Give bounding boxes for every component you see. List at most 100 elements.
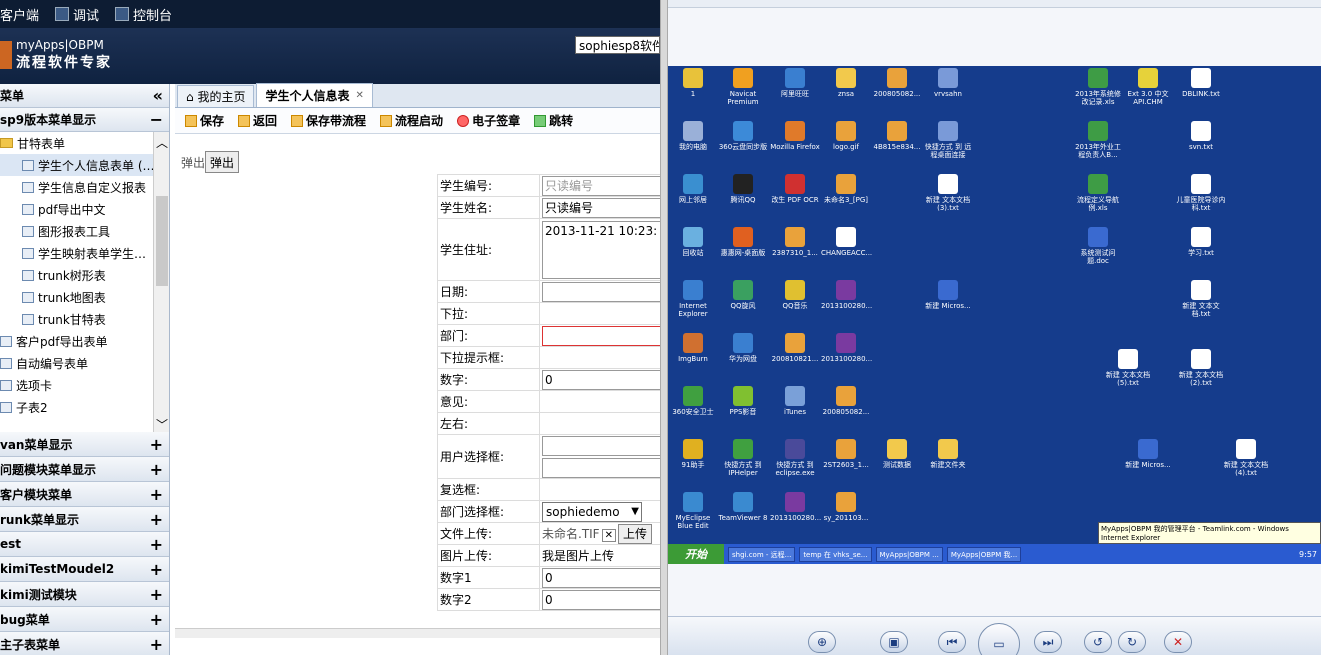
tree-item[interactable]: 客户pdf导出表单	[0, 330, 169, 352]
desktop-icon[interactable]: 新建 文本文档 (5).txt	[1103, 348, 1153, 387]
desktop-icon[interactable]: 快捷方式 到 远程桌面连接	[923, 121, 973, 159]
tree-scrollbar[interactable]: ︿ ﹀	[153, 132, 169, 432]
desktop-icon[interactable]: 儿童医院导诊内科.txt	[1176, 174, 1226, 212]
desktop-icon[interactable]: 2013100280...	[770, 492, 821, 522]
desktop-icon[interactable]: MyEclipse Blue Edit	[668, 492, 718, 530]
desktop-icon[interactable]: 网上邻居	[668, 174, 718, 204]
rotate-right-icon[interactable]: ↻	[1118, 631, 1146, 653]
sidebar-group[interactable]: 客户模块菜单 +	[0, 482, 169, 507]
desktop-icon[interactable]: vrvsahn	[923, 68, 973, 98]
desktop-icon[interactable]: 新建 文本文档 (2).txt	[1176, 348, 1226, 387]
sidebar-group[interactable]: bug菜单 +	[0, 607, 169, 632]
tab-home[interactable]: ⌂ 我的主页	[177, 85, 255, 107]
fit-icon[interactable]: ▣	[880, 631, 908, 653]
previous-icon[interactable]: ⏮	[938, 631, 966, 653]
plus-icon[interactable]: +	[150, 585, 163, 604]
number-field[interactable]: 0	[542, 369, 660, 390]
desktop-icon[interactable]: ImgBurn	[668, 333, 718, 363]
tree-item[interactable]: 学生信息自定义报表	[0, 176, 169, 198]
desktop-icon[interactable]: 2013100280...	[821, 333, 872, 363]
desktop-icon[interactable]: 流程定义导航例.xls	[1073, 174, 1123, 212]
desktop-icon[interactable]: 2013100280...	[821, 280, 872, 310]
sidebar-group[interactable]: 主子表菜单 +	[0, 632, 169, 655]
opinion-field[interactable]	[539, 390, 660, 413]
desktop-icon[interactable]: iTunes	[770, 386, 820, 416]
tab-student-info[interactable]: 学生个人信息表 ✕	[256, 83, 373, 107]
desktop-icon[interactable]: Mozilla Firefox	[770, 121, 820, 151]
desktop-icon[interactable]: 学习.txt	[1176, 227, 1226, 257]
desktop-icon[interactable]: 2ST2603_1...	[821, 439, 871, 469]
desktop-icon[interactable]: 新建 文本文档.txt	[1176, 280, 1226, 318]
taskbar-item[interactable]: MyApps|OBPM ...	[875, 546, 943, 562]
dept-select-dropdown[interactable]: sophiedemo	[542, 501, 642, 522]
desktop-icon[interactable]: 新建文件夹	[923, 439, 973, 469]
next-icon[interactable]: ⏭	[1034, 631, 1062, 653]
e-signature-button[interactable]: 电子签章	[457, 112, 520, 129]
desktop-icon[interactable]: 阿里旺旺	[770, 68, 820, 98]
desktop-icon[interactable]: 1	[668, 68, 718, 98]
jump-button[interactable]: 跳转	[534, 112, 573, 129]
desktop-icon[interactable]: 回收站	[668, 227, 718, 257]
zoom-icon[interactable]: ⊕	[808, 631, 836, 653]
desktop-icon[interactable]: TeamViewer 8	[718, 492, 768, 522]
desktop-icon[interactable]: QQ旋风	[718, 280, 768, 310]
student-name-field[interactable]: 只读编号	[542, 197, 660, 218]
desktop-icon[interactable]: 改生 PDF OCR	[770, 174, 820, 204]
user-select-field-1[interactable]	[542, 435, 660, 456]
tree-item[interactable]: trunk地图表	[0, 286, 169, 308]
desktop-icon[interactable]: 2387310_1...	[770, 227, 820, 257]
scroll-up-icon[interactable]: ︿	[156, 134, 168, 151]
desktop-icon[interactable]: 系统测试问题.doc	[1073, 227, 1123, 265]
desktop-icon[interactable]: 91助手	[668, 439, 718, 469]
desktop-icon[interactable]: 新建 文本文档 (4).txt	[1221, 439, 1271, 477]
start-flow-button[interactable]: 流程启动	[380, 112, 443, 129]
desktop-icon[interactable]: Internet Explorer	[668, 280, 718, 318]
plus-icon[interactable]: +	[150, 460, 163, 479]
taskbar-item[interactable]: MyApps|OBPM 我...	[946, 546, 1022, 562]
desktop-icon[interactable]: DBLINK.txt	[1176, 68, 1226, 98]
plus-icon[interactable]: +	[150, 485, 163, 504]
number1-field[interactable]: 0	[542, 567, 660, 588]
scroll-down-icon[interactable]: ﹀	[156, 416, 168, 432]
desktop-icon[interactable]: 200805082...	[821, 386, 871, 416]
desktop-icon[interactable]: 360云盘同步版	[718, 121, 768, 151]
tree-item[interactable]: 甘特表单	[0, 132, 169, 154]
tree-item[interactable]: trunk甘特表	[0, 308, 169, 330]
plus-icon[interactable]: +	[150, 510, 163, 529]
tree-item[interactable]: 自动编号表单	[0, 352, 169, 374]
sidebar-group[interactable]: runk菜单显示 +	[0, 507, 169, 532]
desktop-icon[interactable]: 腾讯QQ	[718, 174, 768, 204]
tree-item[interactable]: 选项卡	[0, 374, 169, 396]
delete-icon[interactable]: ✕	[1164, 631, 1192, 653]
desktop-icon[interactable]: 新建 Micros...	[923, 280, 973, 310]
date-field[interactable]	[542, 281, 660, 302]
dropdown-field[interactable]	[539, 302, 660, 325]
user-selector[interactable]: sophiesp8软件	[575, 36, 660, 54]
desktop-icon[interactable]: 200810821...	[770, 333, 820, 363]
remove-file-icon[interactable]: ✕	[601, 528, 616, 542]
plus-icon[interactable]: +	[150, 435, 163, 454]
popup-button[interactable]: 弹出	[205, 151, 240, 173]
sidebar-group[interactable]: van菜单显示 +	[0, 432, 169, 457]
address-textarea[interactable]: 2013-11-21 10:23:	[542, 220, 660, 279]
desktop-icon[interactable]: Navicat Premium	[718, 68, 768, 106]
plus-icon[interactable]: +	[150, 610, 163, 629]
desktop-icon[interactable]: 测试数据	[872, 439, 922, 469]
window-divider[interactable]	[660, 0, 668, 655]
back-button[interactable]: 返回	[238, 112, 277, 129]
topbar-item-client[interactable]: 客户端	[0, 5, 39, 24]
sidebar-group[interactable]: 问题模块菜单显示 +	[0, 457, 169, 482]
sidebar-group[interactable]: kimi测试模块 +	[0, 582, 169, 607]
desktop-icon[interactable]: 未命名3_[PG]	[821, 174, 871, 204]
dept-field[interactable]	[542, 325, 660, 346]
sidebar-group[interactable]: est +	[0, 532, 169, 557]
tree-item[interactable]: 子表2	[0, 396, 169, 418]
topbar-item-console[interactable]: 控制台	[115, 5, 172, 24]
minus-icon[interactable]: −	[150, 110, 163, 129]
desktop-icon[interactable]: 快捷方式 到 IPHelper	[718, 439, 768, 477]
desktop-icon[interactable]: 200805082...	[872, 68, 922, 98]
desktop-icon[interactable]: logo.gif	[821, 121, 871, 151]
desktop-icon[interactable]: 华为网盘	[718, 333, 768, 363]
rotate-left-icon[interactable]: ↺	[1084, 631, 1112, 653]
sidebar-group-open[interactable]: sp9版本菜单显示 −	[0, 108, 169, 132]
